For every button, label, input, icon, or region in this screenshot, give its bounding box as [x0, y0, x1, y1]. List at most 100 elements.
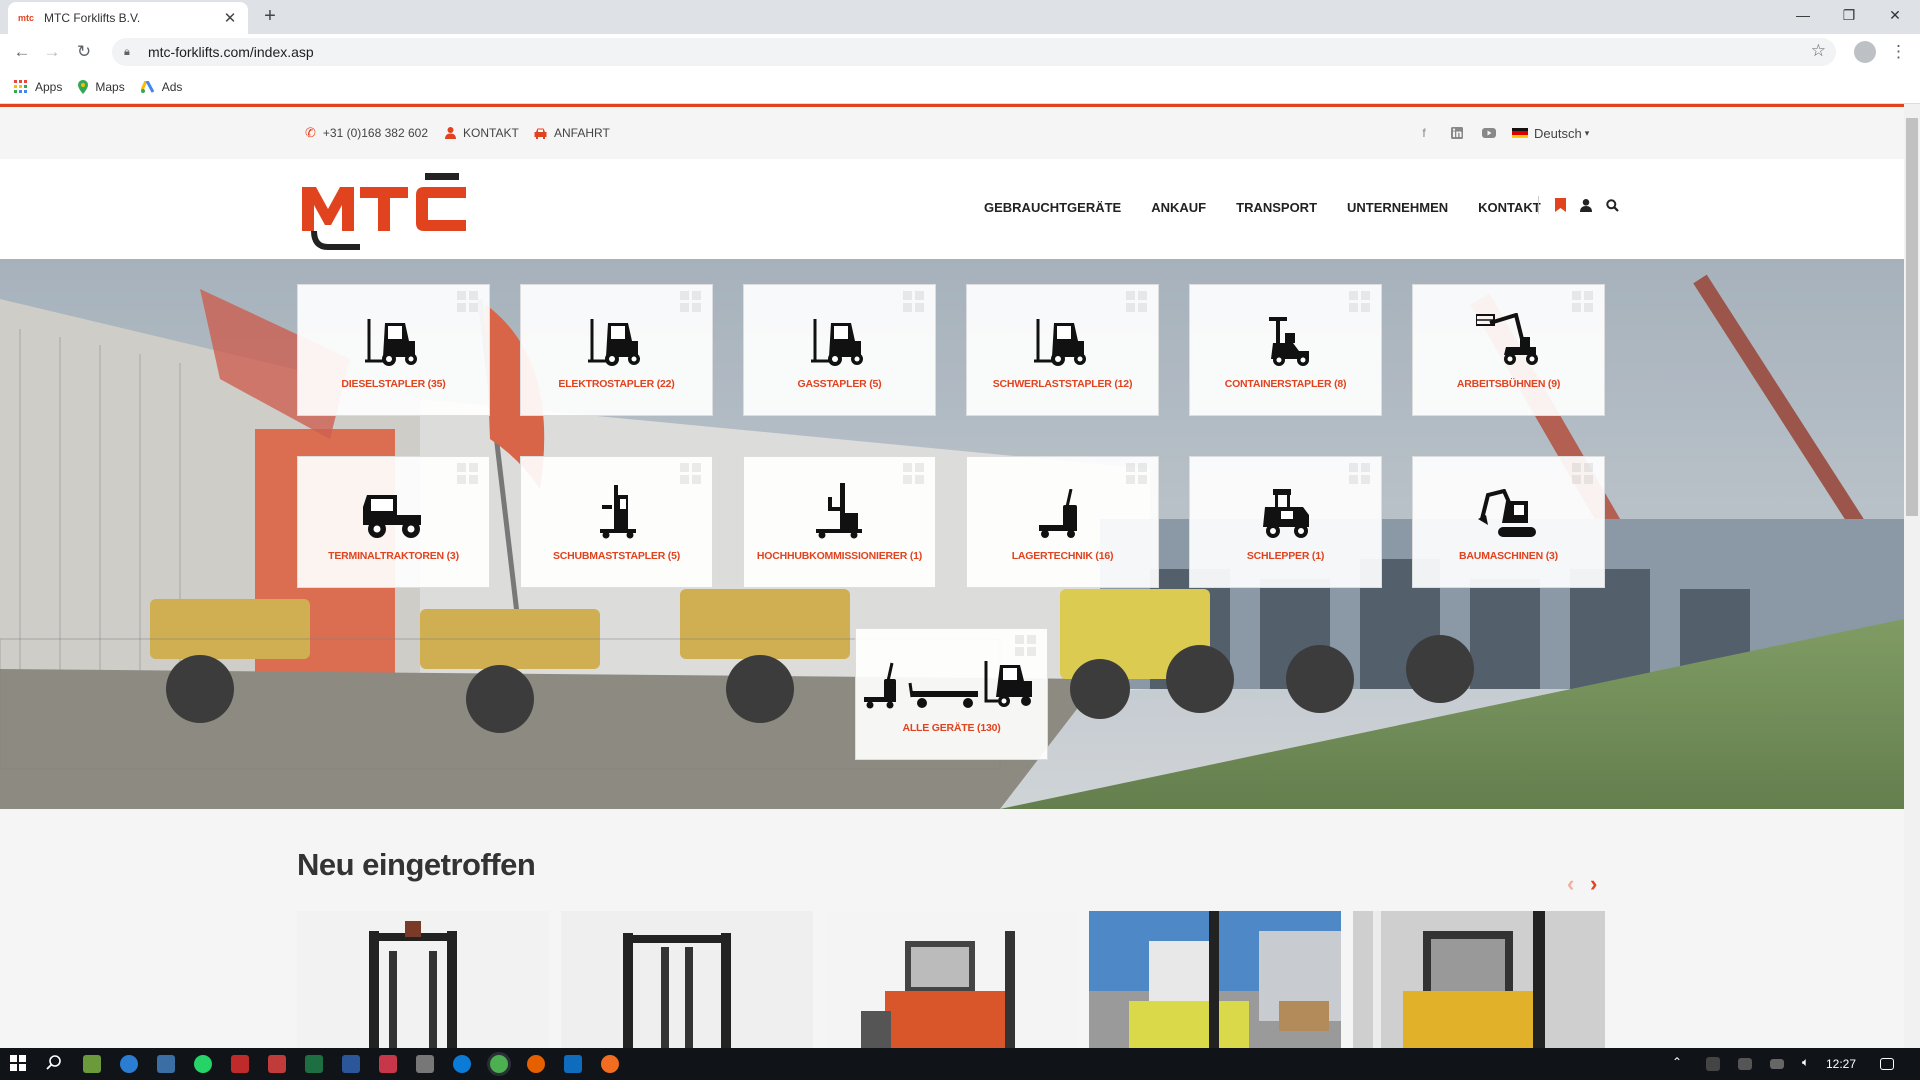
- bookmark-ads[interactable]: Ads: [140, 80, 182, 94]
- nav-ankauf[interactable]: ANKAUF: [1151, 200, 1206, 215]
- aerial-platform-icon: [1475, 311, 1542, 367]
- product-thumbnail[interactable]: [825, 911, 1077, 1048]
- nav-unternehmen[interactable]: UNTERNEHMEN: [1347, 200, 1448, 215]
- tile-corner-decoration: [680, 463, 702, 485]
- bookmark-icon[interactable]: [1555, 198, 1566, 212]
- product-thumbnail[interactable]: [561, 911, 813, 1048]
- category-label: ARBEITSBÜHNEN (9): [1456, 378, 1561, 390]
- divider: [1538, 196, 1539, 214]
- facebook-icon[interactable]: f: [1416, 125, 1432, 141]
- category-label: ELEKTROSTAPLER (22): [558, 378, 675, 390]
- category-tile-alle-geraete[interactable]: ALLE GERÄTE (130): [855, 628, 1048, 760]
- category-tile-arbeitsbuehnen[interactable]: ARBEITSBÜHNEN (9): [1412, 284, 1605, 416]
- app-icon[interactable]: [601, 1055, 619, 1073]
- product-thumbnail[interactable]: [1089, 911, 1341, 1048]
- german-flag-icon: [1512, 128, 1528, 138]
- anfahrt-link[interactable]: ANFAHRT: [534, 107, 610, 159]
- nav-gebrauchtgeraete[interactable]: GEBRAUCHTGERÄTE: [984, 200, 1121, 215]
- category-tile-terminaltraktoren[interactable]: TERMINALTRAKTOREN (3): [297, 456, 490, 588]
- site-header: GEBRAUCHTGERÄTE ANKAUF TRANSPORT UNTERNE…: [0, 159, 1904, 259]
- tray-icon[interactable]: [1706, 1057, 1720, 1071]
- category-tile-elektrostapler[interactable]: ELEKTROSTAPLER (22): [520, 284, 713, 416]
- category-tile-lagertechnik[interactable]: LAGERTECHNIK (16): [966, 456, 1159, 588]
- top-info-bar: ✆ +31 (0)168 382 602 KONTAKT ANFAHRT f D…: [0, 107, 1904, 159]
- browser-menu-icon[interactable]: ⋮: [1890, 40, 1907, 64]
- app-icon[interactable]: [157, 1055, 175, 1073]
- phone-icon: ✆: [305, 125, 316, 140]
- linkedin-icon[interactable]: [1449, 125, 1465, 141]
- user-icon[interactable]: [1580, 198, 1592, 212]
- category-tile-schubmaststapler[interactable]: SCHUBMASTSTAPLER (5): [520, 456, 713, 588]
- mtc-logo[interactable]: [300, 169, 468, 253]
- app-icon[interactable]: [268, 1055, 286, 1073]
- search-icon[interactable]: [46, 1055, 64, 1073]
- phone-link[interactable]: ✆ +31 (0)168 382 602: [305, 107, 428, 159]
- tile-corner-decoration: [1572, 291, 1594, 313]
- hero-section: DIESELSTAPLER (35) ELEKTROSTAPLER (22) G…: [0, 259, 1904, 809]
- taskbar-clock[interactable]: 12:27: [1826, 1048, 1856, 1080]
- minimize-button[interactable]: —: [1780, 0, 1826, 30]
- category-tile-schwerlaststapler[interactable]: SCHWERLASTSTAPLER (12): [966, 284, 1159, 416]
- restore-button[interactable]: ❐: [1826, 0, 1872, 30]
- close-window-button[interactable]: ✕: [1872, 0, 1918, 30]
- app-icon[interactable]: [379, 1055, 397, 1073]
- chrome-icon[interactable]: [490, 1055, 508, 1073]
- carousel-next-arrow-icon[interactable]: ›: [1590, 871, 1597, 897]
- category-tile-schlepper[interactable]: SCHLEPPER (1): [1189, 456, 1382, 588]
- search-icon[interactable]: [1606, 198, 1619, 212]
- back-button[interactable]: ←: [10, 40, 34, 64]
- bookmark-apps[interactable]: Apps: [14, 79, 62, 94]
- notification-icon[interactable]: [1880, 1058, 1894, 1070]
- filezilla-icon[interactable]: [231, 1055, 249, 1073]
- network-icon[interactable]: [1738, 1058, 1752, 1070]
- browser-tab[interactable]: mtc MTC Forklifts B.V. ✕: [8, 2, 248, 34]
- forklift-icon: [1033, 311, 1092, 367]
- kontakt-link[interactable]: KONTAKT: [445, 107, 519, 159]
- product-thumbnail[interactable]: [297, 911, 549, 1048]
- url-text: mtc-forklifts.com/index.asp: [148, 44, 314, 60]
- outlook-icon[interactable]: [564, 1055, 582, 1073]
- nav-transport[interactable]: TRANSPORT: [1236, 200, 1317, 215]
- word-icon[interactable]: [342, 1055, 360, 1073]
- excavator-icon: [1477, 483, 1540, 539]
- scrollbar-thumb[interactable]: [1906, 118, 1918, 516]
- app-icon[interactable]: [83, 1055, 101, 1073]
- category-tile-gasstapler[interactable]: GASSTAPLER (5): [743, 284, 936, 416]
- volume-icon[interactable]: 🔈︎: [1802, 1055, 1820, 1073]
- tab-title: MTC Forklifts B.V.: [44, 11, 141, 25]
- close-tab-icon[interactable]: ✕: [222, 9, 238, 27]
- pallet-truck-icon: [1037, 483, 1089, 539]
- tray-chevron-icon[interactable]: ⌃: [1672, 1055, 1690, 1073]
- category-tile-dieselstapler[interactable]: DIESELSTAPLER (35): [297, 284, 490, 416]
- firefox-icon[interactable]: [527, 1055, 545, 1073]
- new-tab-button[interactable]: +: [258, 4, 282, 28]
- category-tile-containerstapler[interactable]: CONTAINERSTAPLER (8): [1189, 284, 1382, 416]
- product-thumbnail[interactable]: [1353, 911, 1605, 1048]
- edge-icon[interactable]: [453, 1055, 471, 1073]
- category-tile-baumaschinen[interactable]: BAUMASCHINEN (3): [1412, 456, 1605, 588]
- tile-corner-decoration: [457, 291, 479, 313]
- category-label: SCHWERLASTSTAPLER (12): [992, 378, 1133, 390]
- app-icon[interactable]: [120, 1055, 138, 1073]
- carousel-prev-arrow-icon[interactable]: ‹: [1567, 871, 1574, 897]
- url-field[interactable]: 🔒︎ mtc-forklifts.com/index.asp ☆: [112, 38, 1836, 66]
- whatsapp-icon[interactable]: [194, 1055, 212, 1073]
- forward-button[interactable]: →: [40, 40, 64, 64]
- bookmark-maps[interactable]: Maps: [78, 79, 125, 94]
- category-tile-hochhubkommissionierer[interactable]: HOCHHUBKOMMISSIONIERER (1): [743, 456, 936, 588]
- excel-icon[interactable]: [305, 1055, 323, 1073]
- windows-start-icon[interactable]: [10, 1055, 28, 1073]
- maps-pin-icon: [78, 79, 89, 94]
- bookmark-star-icon[interactable]: ☆: [1811, 41, 1826, 61]
- youtube-icon[interactable]: [1481, 125, 1497, 141]
- nav-kontakt[interactable]: KONTAKT: [1478, 200, 1541, 215]
- terminal-tractor-icon: [359, 483, 429, 539]
- language-selector[interactable]: Deutsch ▾: [1512, 107, 1589, 159]
- battery-icon[interactable]: [1770, 1059, 1784, 1069]
- reload-button[interactable]: ↻: [72, 40, 96, 64]
- profile-avatar[interactable]: [1854, 41, 1876, 63]
- section-title: Neu eingetroffen: [297, 847, 536, 882]
- order-picker-icon: [814, 483, 866, 539]
- app-icon[interactable]: [416, 1055, 434, 1073]
- header-icons: [1538, 196, 1633, 214]
